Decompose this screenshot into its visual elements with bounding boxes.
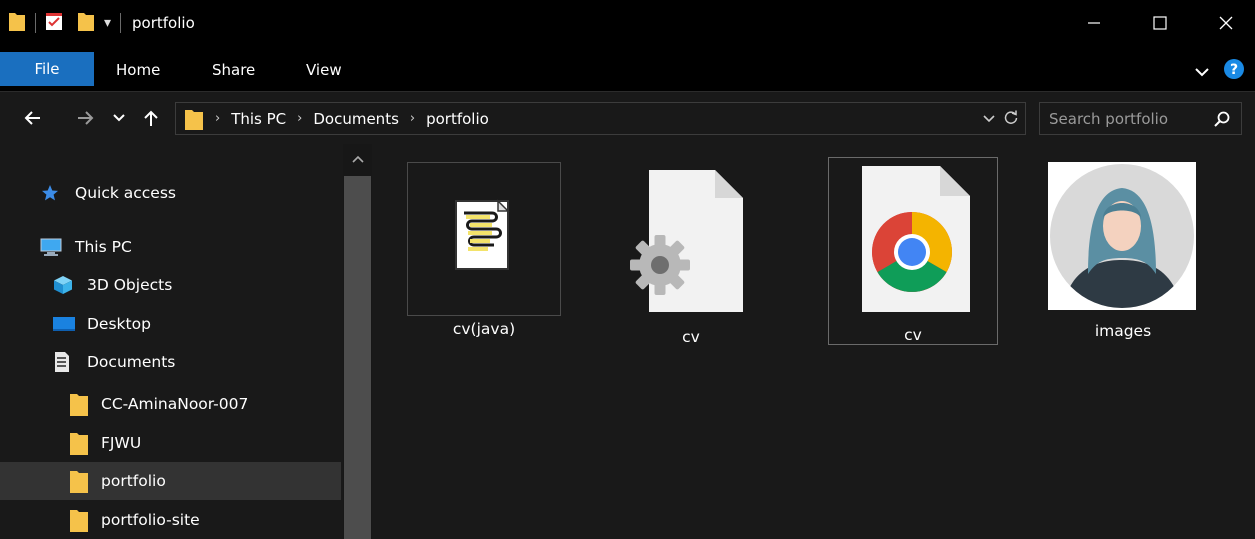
location-folder-icon — [184, 107, 204, 131]
folder-icon — [69, 391, 89, 417]
sidebar-item-label: CC-AminaNoor-007 — [101, 395, 249, 413]
sidebar-item-label: This PC — [75, 238, 132, 256]
sidebar-item-label: FJWU — [101, 434, 142, 452]
address-dropdown-icon[interactable] — [983, 109, 995, 128]
star-icon — [41, 184, 59, 202]
forward-button[interactable] — [68, 92, 104, 144]
back-button[interactable] — [14, 92, 50, 144]
image-thumbnail — [1048, 162, 1196, 310]
sidebar-item-quick-access[interactable]: Quick access — [0, 174, 341, 212]
tab-share[interactable]: Share — [212, 54, 255, 86]
breadcrumb-separator[interactable]: › — [410, 111, 415, 126]
help-icon[interactable]: ? — [1223, 58, 1245, 84]
close-button[interactable] — [1197, 0, 1255, 46]
cube-icon — [52, 274, 74, 296]
refresh-icon[interactable] — [1003, 109, 1019, 129]
file-item[interactable]: cv — [614, 162, 768, 348]
sidebar-item-this-pc[interactable]: This PC — [0, 228, 341, 266]
search-icon[interactable] — [1213, 110, 1231, 132]
sidebar-item-label: portfolio — [101, 472, 166, 490]
sidebar-item-label: Documents — [87, 353, 176, 371]
navigation-scrollbar[interactable] — [343, 144, 372, 539]
breadcrumb-documents[interactable]: Documents — [313, 110, 399, 128]
expand-ribbon-chevron-icon[interactable] — [1195, 62, 1209, 81]
recent-locations-button[interactable] — [108, 92, 130, 144]
tab-home[interactable]: Home — [116, 54, 160, 86]
file-name: cv(java) — [452, 320, 516, 338]
maximize-button[interactable] — [1131, 0, 1189, 46]
window-controls — [1065, 0, 1255, 46]
svg-text:?: ? — [1230, 62, 1238, 78]
search-input[interactable] — [1049, 109, 1199, 128]
customize-qat-dropdown[interactable]: ▾ — [104, 15, 111, 31]
minimize-icon — [1088, 22, 1100, 24]
up-button[interactable] — [136, 92, 166, 144]
sidebar-item-label: Desktop — [87, 315, 151, 333]
file-name: cv — [904, 326, 922, 344]
folder-icon — [69, 507, 89, 533]
quick-access-toolbar: ▾ portfolio — [0, 0, 195, 46]
up-arrow-icon — [144, 110, 158, 126]
new-folder-icon[interactable] — [77, 10, 95, 36]
title-bar: ▾ portfolio — [0, 0, 1255, 46]
qat-separator — [35, 13, 36, 33]
address-bar-controls — [983, 103, 1019, 134]
forward-arrow-icon — [78, 111, 94, 125]
documents-icon — [53, 351, 71, 373]
file-list: cv(java) cv cv images — [374, 144, 1255, 539]
window-title: portfolio — [132, 14, 195, 32]
computer-icon — [40, 237, 62, 257]
sidebar-item-cc-aminanoor-007[interactable]: CC-AminaNoor-007 — [0, 385, 341, 423]
navigation-pane: Quick access This PC 3D Objects Desktop … — [0, 144, 343, 539]
sidebar-item-portfolio-site[interactable]: portfolio-site — [0, 501, 341, 539]
chevron-up-icon — [351, 155, 364, 163]
file-item[interactable]: cv(java) — [407, 162, 561, 348]
sidebar-item-3d-objects[interactable]: 3D Objects — [0, 266, 341, 304]
tab-file[interactable]: File — [0, 52, 94, 86]
breadcrumb-separator[interactable]: › — [297, 111, 302, 126]
breadcrumb-separator[interactable]: › — [215, 111, 220, 126]
java-script-file-icon — [407, 162, 561, 316]
chrome-html-file-icon — [837, 160, 991, 314]
folder-icon — [69, 430, 89, 456]
ribbon: File Home Share View ? — [0, 46, 1255, 92]
sidebar-item-fjwu[interactable]: FJWU — [0, 424, 341, 462]
ribbon-right-controls: ? — [1195, 58, 1245, 84]
scroll-thumb[interactable] — [344, 176, 371, 539]
search-box[interactable] — [1039, 102, 1242, 135]
chevron-down-icon — [113, 114, 125, 122]
navigation-row: › This PC › Documents › portfolio — [0, 92, 1255, 144]
close-icon — [1219, 16, 1233, 30]
file-name: images — [1094, 322, 1152, 340]
sidebar-item-portfolio[interactable]: portfolio — [0, 462, 341, 500]
tab-view[interactable]: View — [306, 54, 342, 86]
settings-file-icon — [614, 162, 768, 316]
breadcrumb-this-pc[interactable]: This PC — [231, 110, 286, 128]
file-item[interactable]: images — [1048, 162, 1198, 348]
folder-icon — [69, 468, 89, 494]
properties-icon[interactable] — [45, 11, 63, 35]
desktop-icon — [52, 314, 76, 334]
breadcrumb-portfolio[interactable]: portfolio — [426, 110, 489, 128]
back-arrow-icon — [24, 111, 40, 125]
file-name: cv — [682, 328, 700, 346]
title-separator — [120, 13, 122, 33]
sidebar-item-desktop[interactable]: Desktop — [0, 305, 341, 343]
app-folder-icon — [8, 10, 26, 36]
address-bar[interactable]: › This PC › Documents › portfolio — [175, 102, 1026, 135]
sidebar-item-label: Quick access — [75, 184, 176, 202]
file-item[interactable]: cv — [828, 157, 998, 345]
maximize-icon — [1153, 16, 1167, 30]
scroll-up-button[interactable] — [343, 144, 372, 174]
sidebar-item-label: 3D Objects — [87, 276, 173, 294]
sidebar-item-label: portfolio-site — [101, 511, 200, 529]
minimize-button[interactable] — [1065, 0, 1123, 46]
sidebar-item-documents[interactable]: Documents — [0, 343, 341, 381]
